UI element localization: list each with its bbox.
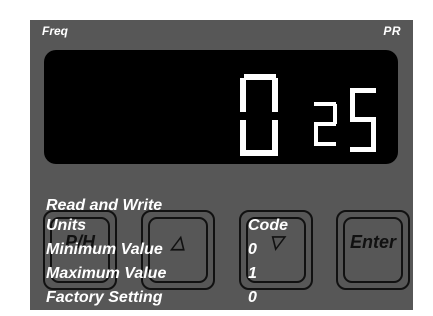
minimum-value: 0 [248, 241, 257, 258]
keypad-panel: Freq PR P/H △ ▽ Enter Read and Write Uni… [0, 0, 433, 316]
freq-label: Freq [42, 24, 69, 38]
maximum-value: 1 [248, 265, 257, 282]
seven-segment-display [44, 50, 398, 164]
enter-button[interactable]: Enter [336, 210, 410, 290]
units-value: Code [248, 217, 288, 234]
maximum-label: Maximum Value [46, 265, 167, 282]
minimum-label: Minimum Value [46, 241, 163, 258]
units-label: Units [46, 217, 86, 234]
factory-label: Factory Setting [46, 289, 163, 306]
pr-label: PR [383, 24, 401, 38]
keypad-face: Freq PR P/H △ ▽ Enter Read and Write Uni… [30, 20, 413, 310]
enter-icon: Enter [349, 232, 396, 252]
factory-value: 0 [248, 289, 257, 306]
